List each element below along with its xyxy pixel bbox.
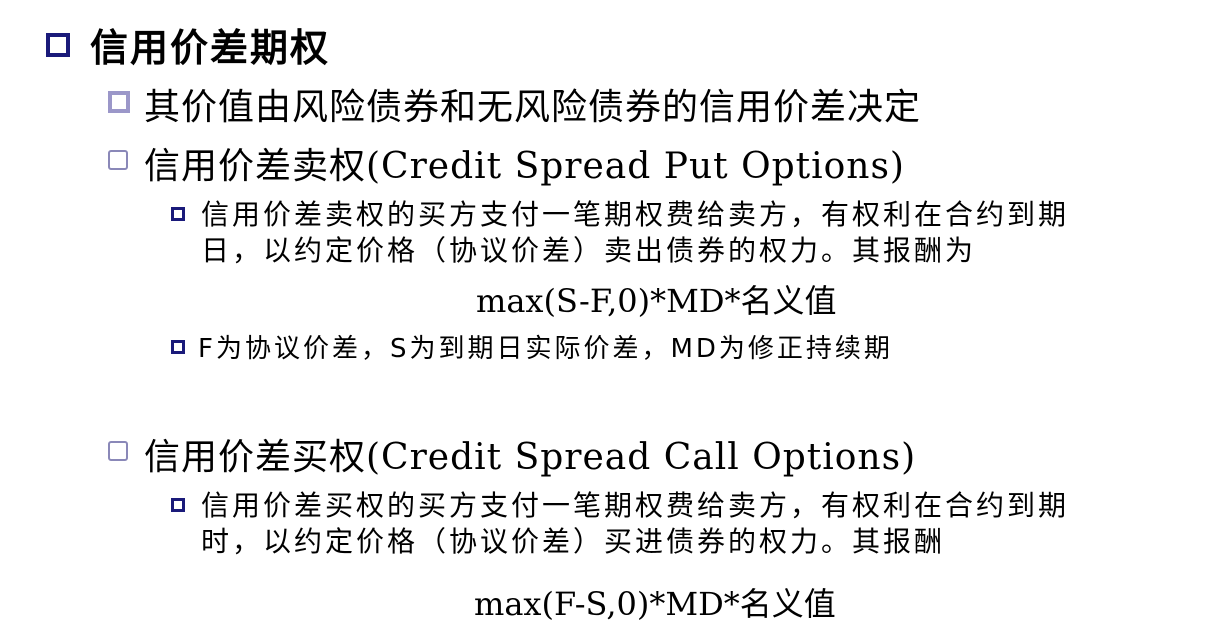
slide-title: 信用价差期权 [90, 25, 331, 70]
variable-definitions-note: F为协议价差，S为到期日实际价差，MD为修正持续期 [198, 334, 893, 364]
put-description-line-2: 日，以约定价格（协议价差）卖出债券的权力。其报酬为 [201, 234, 977, 267]
call-payoff-formula: max(F-S,0)*MD*名义值 [474, 585, 836, 623]
bullet-outline-icon [108, 150, 128, 170]
item-put-options-heading: 信用价差卖权(Credit Spread Put Options) [144, 146, 905, 187]
sub-bullet-icon [171, 207, 185, 221]
sub-bullet-icon [171, 498, 185, 512]
sub-bullet-icon [171, 340, 185, 354]
item-value-description: 其价值由风险债券和无风险债券的信用价差决定 [144, 87, 922, 128]
bullet-square-icon [108, 91, 130, 113]
bullet-outline-icon [108, 441, 128, 461]
put-description-line-1: 信用价差卖权的买方支付一笔期权费给卖方，有权利在合约到期 [201, 198, 1070, 231]
call-description-line-1: 信用价差买权的买方支付一笔期权费给卖方，有权利在合约到期 [201, 489, 1070, 522]
item-call-options-heading: 信用价差买权(Credit Spread Call Options) [144, 437, 917, 478]
title-bullet-icon [46, 33, 70, 57]
call-description-line-2: 时，以约定价格（协议价差）买进债券的权力。其报酬 [201, 525, 946, 558]
put-payoff-formula: max(S-F,0)*MD*名义值 [476, 282, 837, 320]
